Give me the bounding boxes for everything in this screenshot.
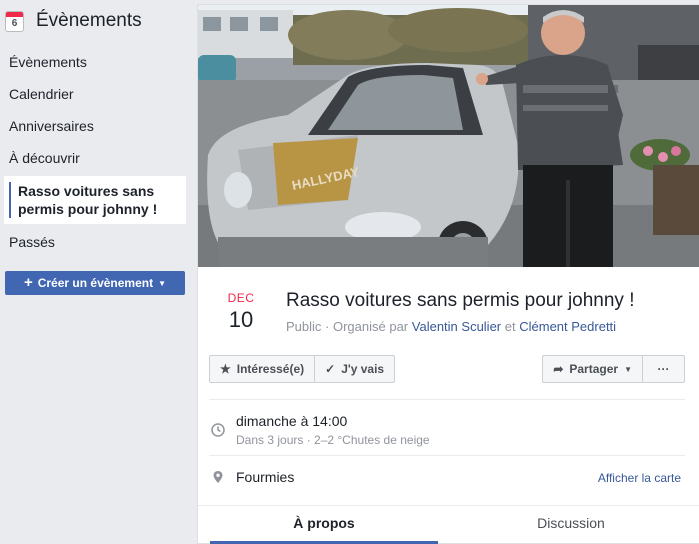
star-icon: ★ [220,362,231,376]
going-button[interactable]: ✓ J'y vais [315,355,396,383]
sidebar-item-past[interactable]: Passés [0,226,190,258]
sidebar-item-current-event[interactable]: Rasso voitures sans permis pour johnny ! [4,176,186,224]
organizer-link-2[interactable]: Clément Pedretti [519,319,616,334]
rsvp-actions: ★ Intéressé(e) ✓ J'y vais [209,355,396,383]
divider [209,455,685,456]
create-event-label: Créer un évènement [37,276,154,290]
event-title: Rasso voitures sans permis pour johnny ! [286,290,635,311]
share-arrow-icon: ➦ [553,362,564,376]
share-label: Partager [569,362,619,376]
sidebar-header: 6 Évènements [5,8,142,34]
checkmark-icon: ✓ [325,362,336,376]
event-visibility: Public [286,319,322,334]
caret-down-icon: ▼ [158,278,167,288]
interested-label: Intéressé(e) [236,362,305,376]
organized-by-label: · Organisé par [325,319,409,334]
event-cover-photo[interactable]: HALLYDAY [198,5,699,267]
going-label: J'y vais [341,362,385,376]
cover-photo-illustration: HALLYDAY [198,5,699,267]
plus-icon: + [23,274,33,291]
interested-button[interactable]: ★ Intéressé(e) [209,355,316,383]
caret-down-icon: ▼ [624,364,632,374]
event-card: HALLYDAY DEC 10 Rasso voitures sans perm… [197,4,699,544]
map-pin-icon [213,471,223,483]
event-tabs: À propos Discussion [198,505,699,544]
tab-about[interactable]: À propos [210,506,438,544]
ellipsis-icon: ··· [657,362,670,376]
event-time: dimanche à 14:00 [236,413,348,429]
sidebar-item-events[interactable]: Évènements [0,46,190,78]
event-location: Fourmies [236,469,295,485]
sidebar-item-discover[interactable]: À découvrir [0,142,190,174]
show-map-link[interactable]: Afficher la carte [598,471,681,485]
share-button[interactable]: ➦ Partager ▼ [542,355,643,383]
event-time-sub: Dans 3 jours · 2–2 °Chutes de neige [236,433,430,447]
sidebar-item-birthdays[interactable]: Anniversaires [0,110,190,142]
calendar-icon-day: 6 [11,17,18,29]
event-month: DEC [227,291,255,305]
clock-icon [211,423,225,437]
tab-discussion[interactable]: Discussion [455,506,687,544]
event-date-block: DEC 10 [215,291,267,333]
create-event-button[interactable]: + Créer un évènement ▼ [5,271,185,295]
sidebar-nav: Évènements Calendrier Anniversaires À dé… [0,46,190,258]
left-sidebar: 6 Évènements Évènements Calendrier Anniv… [0,0,193,544]
organizer-link-1[interactable]: Valentin Sculier [412,319,501,334]
event-day: 10 [228,307,254,332]
divider [209,399,685,400]
more-options-button[interactable]: ··· [643,355,685,383]
sidebar-item-calendar[interactable]: Calendrier [0,78,190,110]
event-subtitle: Public · Organisé par Valentin Sculier e… [286,319,616,334]
sidebar-title[interactable]: Évènements [36,10,142,32]
and-label: et [504,319,516,334]
share-actions: ➦ Partager ▼ ··· [542,355,685,383]
calendar-icon: 6 [5,10,24,32]
